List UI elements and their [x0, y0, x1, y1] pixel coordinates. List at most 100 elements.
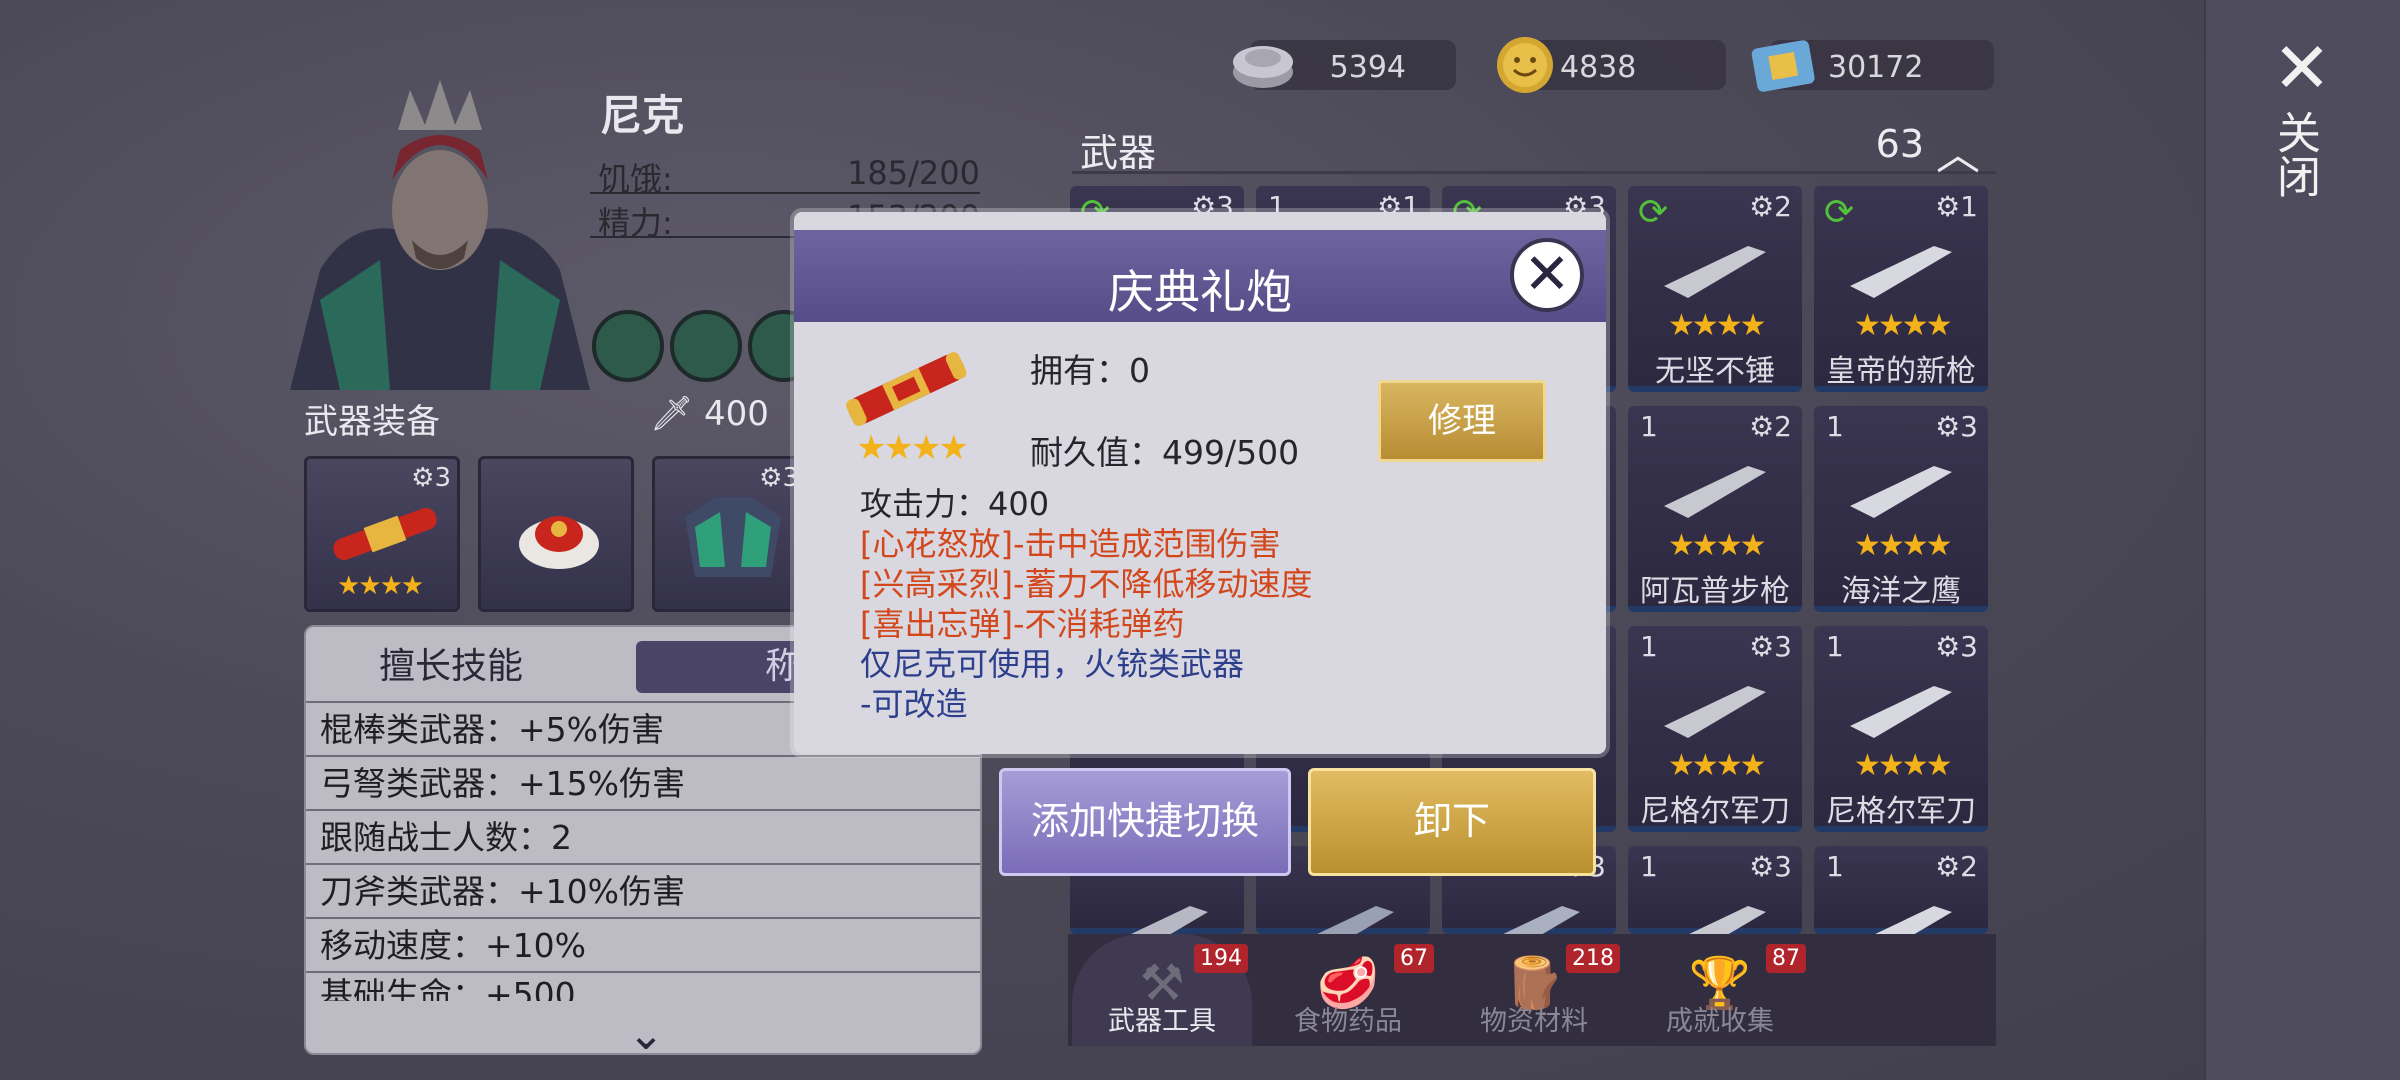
count-badge: 194	[1194, 944, 1248, 973]
currency-value: 30172	[1828, 50, 1924, 85]
weapons-header: 武器 63 ︿	[1072, 112, 1996, 180]
weapon-image-icon	[1850, 466, 1952, 518]
firework-cannon-icon	[846, 352, 967, 426]
right-side-panel: ✕ 关闭	[2204, 0, 2400, 1080]
weapon-image-icon	[1664, 246, 1766, 298]
weapon-name: 无坚不锤	[1655, 354, 1775, 389]
weapon-quantity: 1	[1826, 850, 1844, 883]
gear-level: ⚙3	[1935, 630, 1978, 663]
tab-materials[interactable]: 🪵 218 物资材料	[1444, 934, 1624, 1046]
firework-cannon-icon	[333, 508, 437, 560]
currency-silver: 5394	[1233, 40, 1456, 90]
equip-slot-armor[interactable]: ⚙3	[652, 456, 808, 612]
unequip-button[interactable]: 卸下	[1308, 768, 1596, 876]
gear-level: ⚙3	[411, 463, 451, 493]
chevron-up-icon[interactable]: ︿	[1936, 118, 1980, 182]
feather-headdress-icon	[519, 516, 599, 569]
weapon-name: 皇帝的新枪	[1826, 354, 1976, 389]
weapons-title: 武器	[1080, 131, 1157, 175]
equipment-attack-value: 400	[704, 394, 769, 434]
durability-value: 499/500	[1162, 433, 1300, 472]
tab-label: 食物药品	[1294, 1006, 1402, 1037]
tab-weapons-tools[interactable]: ⚒ 194 武器工具	[1072, 934, 1252, 1046]
stomach-status-icon[interactable]	[592, 310, 664, 382]
weapon-quantity: 1	[1640, 630, 1658, 663]
owned-value: 0	[1129, 351, 1150, 390]
smiley-gold-coin-icon	[1497, 37, 1553, 93]
chevron-down-icon[interactable]: ⌄	[618, 1009, 674, 1053]
tab-food-medicine[interactable]: 🥩 67 食物药品	[1258, 934, 1438, 1046]
star-rating: ★★★★	[1668, 308, 1767, 343]
stat-label: 精力:	[598, 204, 673, 242]
add-quick-switch-button[interactable]: 添加快捷切换	[999, 768, 1291, 876]
gear-level: ⚙3	[1749, 850, 1792, 883]
star-rating: ★★★★	[1854, 528, 1953, 563]
gear-level: ⚙3	[1935, 410, 1978, 443]
count-badge: 67	[1394, 944, 1434, 973]
close-label[interactable]: 关闭	[2269, 110, 2320, 198]
weapon-name: 尼格尔军刀	[1640, 794, 1790, 829]
equip-slot-weapon[interactable]: ⚙3 ★★★★	[304, 456, 460, 612]
gear-level: ⚙2	[1749, 410, 1792, 443]
weapon-image-icon	[1664, 466, 1766, 518]
weapon-name: 阿瓦普步枪	[1640, 574, 1790, 609]
skill-row: 移动速度：+10%	[306, 917, 980, 971]
character-name: 尼克	[600, 91, 685, 140]
tab-achievements[interactable]: 🏆 87 成就收集	[1630, 934, 1810, 1046]
gear-level: ⚙2	[1749, 190, 1792, 223]
close-icon[interactable]: ✕	[2272, 33, 2332, 103]
mood-status-icon[interactable]	[670, 310, 742, 382]
owned-label: 拥有：	[1030, 351, 1129, 390]
gear-level: ⚙2	[1935, 850, 1978, 883]
weapon-name: 尼格尔军刀	[1826, 794, 1976, 829]
tab-skills[interactable]: 擅长技能	[326, 641, 576, 693]
count-badge: 218	[1566, 944, 1620, 973]
ticket-card-icon	[1751, 40, 1815, 92]
star-rating: ★★★★	[1668, 528, 1767, 563]
weapon-cell[interactable]: 1 ⚙3 ★★★★ 尼格尔军刀	[1628, 626, 1802, 832]
effect-line: [喜出忘弹]-不消耗弹药	[860, 605, 1185, 643]
gear-level: ⚙3	[1749, 630, 1792, 663]
usage-note: -可改造	[860, 685, 968, 723]
weapon-quantity: 1	[1826, 410, 1844, 443]
equip-slot-head[interactable]	[478, 456, 634, 612]
skill-row: 弓弩类武器：+15%伤害	[306, 755, 980, 809]
star-rating: ★★★★	[1668, 748, 1767, 783]
weapons-count: 63	[1875, 122, 1924, 166]
weapon-cell[interactable]: 1 ⚙3 ★★★★ 海洋之鹰	[1814, 406, 1988, 612]
weapon-quantity: 1	[1826, 630, 1844, 663]
star-rating: ★★★★	[337, 571, 424, 601]
tab-label: 武器工具	[1108, 1006, 1216, 1037]
weapon-cell[interactable]: 1 ⚙2 ★★★★ 阿瓦普步枪	[1628, 406, 1802, 612]
weapon-cell[interactable]: ⟳ ⚙2 ★★★★ 无坚不锤	[1628, 186, 1802, 392]
weapon-cell[interactable]: 1 ⚙2	[1814, 846, 1988, 958]
skill-row: 基础生命：+500	[306, 971, 980, 1001]
weapon-image-icon	[1850, 686, 1952, 738]
repair-button[interactable]: 修理	[1378, 380, 1546, 462]
silver-coin-stack-icon	[1233, 46, 1293, 88]
equipment-title: 武器装备	[304, 402, 440, 442]
count-badge: 87	[1766, 944, 1806, 973]
weapon-cell[interactable]: ⟳ ⚙1 ★★★★ 皇帝的新枪	[1814, 186, 1988, 392]
skill-row: 跟随战士人数：2	[306, 809, 980, 863]
currency-value: 4838	[1560, 50, 1637, 85]
weapon-image-icon	[1850, 246, 1952, 298]
star-rating: ★★★★	[856, 428, 969, 468]
currency-value: 5394	[1329, 50, 1406, 85]
modal-header: 庆典礼炮 ✕	[794, 230, 1606, 322]
attack-row: 攻击力：400	[860, 484, 1049, 524]
effect-line: [心花怒放]-击中造成范围伤害	[860, 525, 1281, 563]
inventory-tabs: ⚒ 194 武器工具 🥩 67 食物药品 🪵 218 物资材料 🏆 87 成就收…	[1068, 934, 1996, 1046]
attack-label: 攻击力：	[860, 485, 989, 523]
durability-label: 耐久值：	[1030, 433, 1162, 472]
attack-value: 400	[988, 485, 1050, 523]
currency-ticket: 30172	[1751, 40, 1994, 92]
stat-hunger: 饥饿: 185/200	[590, 150, 980, 198]
sword-icon: 🗡	[650, 394, 694, 434]
modal-close-button[interactable]: ✕	[1510, 238, 1584, 312]
gear-level: ⚙1	[1935, 190, 1978, 223]
currency-gold: 4838	[1497, 37, 1726, 93]
item-detail-modal: 庆典礼炮 ✕ ★★★★ 拥有：0 耐久值：499/500 修理 攻击力：400 …	[794, 212, 1606, 754]
weapon-cell[interactable]: 1 ⚙3 ★★★★ 尼格尔军刀	[1814, 626, 1988, 832]
weapon-cell[interactable]: 1 ⚙3	[1628, 846, 1802, 958]
